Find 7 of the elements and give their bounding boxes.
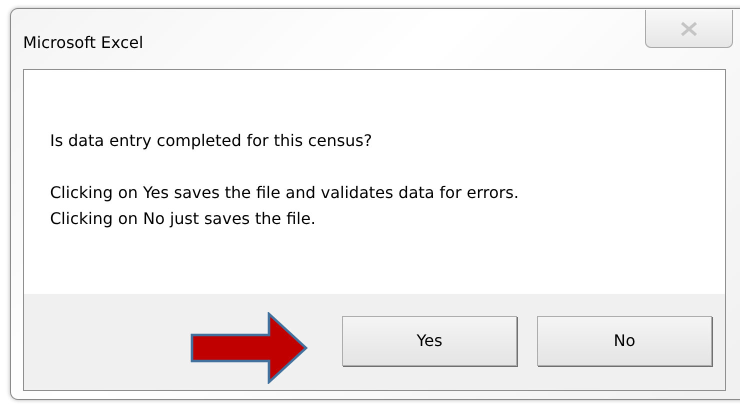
dialog-button[interactable]: Yes (342, 316, 517, 366)
window-title: Microsoft Excel (23, 32, 144, 54)
message-text: Clicking on No just saves the file. (50, 208, 317, 230)
question-text: Is data entry completed for this census? (50, 130, 374, 152)
message-text: Clicking on Yes saves the file and validates data for errors. (50, 182, 520, 204)
dialog-button[interactable]: No (537, 316, 712, 366)
close-icon (679, 20, 699, 36)
